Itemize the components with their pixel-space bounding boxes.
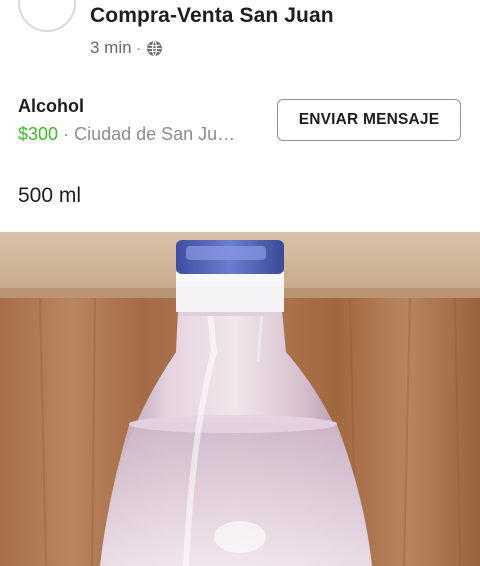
avatar[interactable] [18, 0, 76, 32]
marketplace-post: Compra-Venta San Juan 3 min · Alcohol $3… [0, 0, 480, 566]
listing-price: $300 [18, 124, 59, 144]
meta-separator: · [136, 40, 141, 56]
listing-photo[interactable] [0, 232, 480, 566]
send-message-button[interactable]: ENVIAR MENSAJE [277, 99, 461, 141]
post-time[interactable]: 3 min [90, 38, 132, 58]
group-name[interactable]: Compra-Venta San Juan [90, 4, 334, 28]
post-description: 500 ml [18, 184, 82, 207]
listing-location: Ciudad de San Ju… [74, 124, 236, 144]
globe-icon [146, 40, 163, 57]
post-header: Compra-Venta San Juan 3 min · [0, 0, 480, 70]
listing-title: Alcohol [18, 96, 84, 116]
listing-info: Alcohol $300 · Ciudad de San Ju… ENVIAR … [0, 92, 480, 152]
listing-separator: · [63, 124, 70, 144]
bottle-photo-image [0, 232, 480, 566]
post-meta: 3 min · [90, 38, 163, 58]
listing-subtitle: $300 · Ciudad de San Ju… [18, 124, 260, 145]
